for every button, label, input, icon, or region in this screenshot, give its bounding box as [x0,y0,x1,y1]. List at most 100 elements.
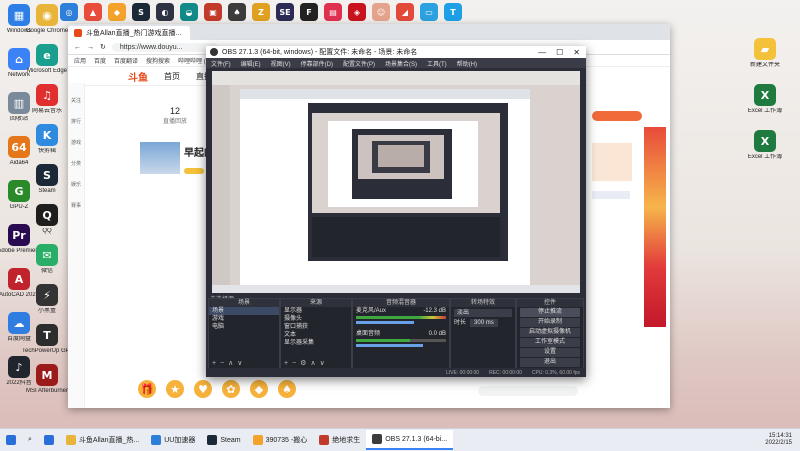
studio-mode-button[interactable]: 工作室模式 [520,338,580,347]
obs-menu-item[interactable]: 场景集合(S) [385,59,417,68]
taskbar-app[interactable]: OBS 27.1.3 (64-bi... [366,430,454,450]
bookmark-item[interactable]: 搜狗搜索 [146,56,170,65]
scenes-toolbar[interactable]: +−∧∨ [212,359,246,367]
desktop-shortcut-icon[interactable]: ◐ [156,3,174,21]
address-bar[interactable]: https://www.douyu... [111,42,218,52]
source-item[interactable]: 显示器 [281,307,351,315]
desktop-icon[interactable]: X Excel 工作簿 [740,130,790,161]
bookmark-item[interactable]: 百度 [94,56,106,65]
obs-menu-item[interactable]: 文件(F) [211,59,231,68]
desktop-shortcut-icon[interactable]: ◈ [348,3,366,21]
sources-toolbar[interactable]: +−⚙∧∨ [284,359,329,367]
gift-icon[interactable]: ♥ [194,380,212,398]
desktop-shortcut-icon[interactable]: ▤ [324,3,342,21]
obs-preview-canvas[interactable] [212,71,580,293]
desktop-icon[interactable]: S Steam [22,164,72,195]
pc-download-banner[interactable] [592,111,642,121]
desktop-icon[interactable]: M MSI Afterburner [22,364,72,395]
desktop-icon[interactable]: K 快剪辑 [22,124,72,155]
obs-menu-item[interactable]: 停靠部件(D) [301,59,333,68]
sidebar-item[interactable]: 游戏 [68,139,84,146]
nav-home[interactable]: 首页 [164,71,180,82]
gift-icon[interactable]: ♠ [278,380,296,398]
taskbar-app[interactable]: 390735 -搬心 [247,430,314,450]
scene-item[interactable]: 场景 [209,307,279,315]
desktop-icon[interactable]: ▰ 新建文件夹 [740,38,790,69]
obs-menu-item[interactable]: 帮助(H) [457,59,477,68]
back-icon[interactable]: ← [74,44,81,51]
desktop-shortcut-icon[interactable]: ▲ [84,3,102,21]
virtual-camera-button[interactable]: 启动虚拟摄像机 [520,328,580,337]
gift-icon[interactable]: ◆ [250,380,268,398]
minimize-icon[interactable]: — [538,48,546,57]
ad-chip[interactable] [592,191,630,199]
scene-item[interactable]: 游戏 [209,315,279,323]
forward-icon[interactable]: → [87,44,94,51]
desktop-shortcut-icon[interactable]: ◎ [60,3,78,21]
sidebar-item[interactable]: 赛事 [68,202,84,209]
obs-menu-item[interactable]: 配置文件(P) [343,59,375,68]
stop-streaming-button[interactable]: 停止推流 [520,308,580,317]
obs-menu-item[interactable]: 视图(V) [271,59,291,68]
maximize-icon[interactable]: ☐ [556,48,563,57]
room-thumbnail[interactable] [140,142,180,174]
source-item[interactable]: 摄像头 [281,315,351,323]
chat-input[interactable] [478,386,578,396]
desktop-shortcut-icon[interactable]: T [444,3,462,21]
desktop-shortcut-icon[interactable]: ☺ [372,3,390,21]
desktop-shortcut-icon[interactable]: Z [252,3,270,21]
system-clock[interactable]: 15:14:31 2022/2/15 [765,433,800,447]
desktop-shortcut-icon[interactable]: S [132,3,150,21]
taskbar-search[interactable]: ⌕ [22,430,38,450]
sidebar-item[interactable]: 排行 [68,118,84,125]
desktop-shortcut-icon[interactable]: ▭ [420,3,438,21]
taskbar-app[interactable]: 斗鱼Allan直播_热... [60,430,145,450]
desktop-icon[interactable]: ✉ 微信 [22,244,72,275]
gift-icon[interactable]: ✿ [222,380,240,398]
obs-menu-item[interactable]: 编辑(E) [241,59,261,68]
scene-item[interactable]: 电脑 [209,323,279,331]
douyu-logo[interactable]: 斗鱼 [128,69,148,84]
volume-slider[interactable] [356,344,424,347]
desktop-icon[interactable]: ⚡ 小黑盒 [22,284,72,315]
desktop-icon[interactable]: Q QQ [22,204,72,235]
desktop-shortcut-icon[interactable]: ♠ [228,3,246,21]
exit-button[interactable]: 退出 [520,358,580,367]
gift-icon[interactable]: 🎁 [138,380,156,398]
desktop-icon[interactable]: T TechPowerUp GPU-Z [22,324,72,355]
reload-icon[interactable]: ↻ [100,43,106,51]
desktop-shortcut-icon[interactable]: F [300,3,318,21]
ad-block[interactable] [592,143,632,181]
desktop-shortcut-icon[interactable]: ◒ [180,3,198,21]
desktop-shortcut-icon[interactable]: ▣ [204,3,222,21]
taskbar-app[interactable]: UU加速器 [145,430,201,450]
sidebar-item[interactable]: 关注 [68,97,84,104]
settings-button[interactable]: 设置 [520,348,580,357]
desktop-shortcut-icon[interactable]: SE [276,3,294,21]
obs-menu-item[interactable]: 工具(T) [427,59,447,68]
duration-input[interactable]: 300 ms [470,319,498,327]
volume-slider[interactable] [356,321,414,324]
desktop-icon[interactable]: e Microsoft Edge [22,44,72,75]
obs-window[interactable]: OBS 27.1.3 (64-bit, windows) - 配置文件: 未命名… [206,46,586,377]
close-icon[interactable]: ✕ [573,48,580,57]
start-recording-button[interactable]: 开始录制 [520,318,580,327]
source-item[interactable]: 文本 [281,331,351,339]
taskbar-app[interactable]: 绝地求生 [313,430,366,450]
bookmark-item[interactable]: 百度翻译 [114,56,138,65]
browser-tab[interactable]: 斗鱼Allan直播_热门游戏直播... [68,26,190,40]
transition-select[interactable]: 淡出 [454,309,512,317]
desktop-shortcut-icon[interactable]: ◆ [108,3,126,21]
gift-icon[interactable]: ★ [166,380,184,398]
source-item[interactable]: 显示器采集 [281,339,351,347]
desktop-icon[interactable]: X Excel 工作簿 [740,84,790,115]
desktop-icon[interactable]: ♫ 网易云音乐 [22,84,72,115]
sidebar-item[interactable]: 娱乐 [68,181,84,188]
sidebar-item[interactable]: 分类 [68,160,84,167]
taskbar-app[interactable] [38,430,60,450]
source-item[interactable]: 窗口捕获 [281,323,351,331]
event-banner[interactable] [644,127,666,327]
bookmark-item[interactable]: 应用 [74,56,86,65]
taskbar-app[interactable]: Steam [201,430,246,450]
desktop-shortcut-icon[interactable]: ◢ [396,3,414,21]
